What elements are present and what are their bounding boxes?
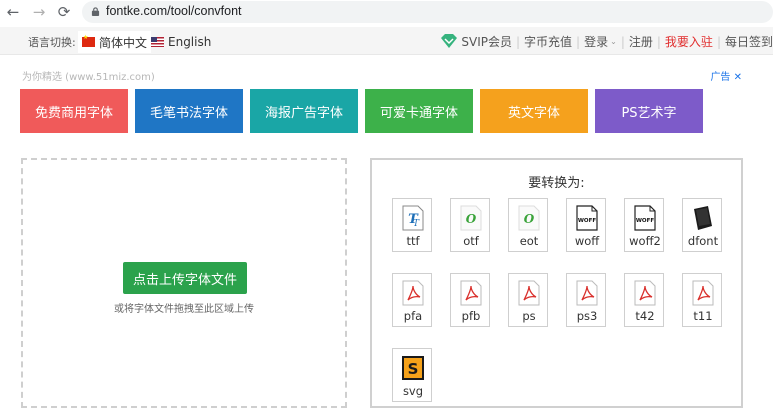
otf-file-icon: O xyxy=(459,205,483,231)
format-option-dfont[interactable]: dfont xyxy=(682,198,722,252)
format-label: woff2 xyxy=(629,234,661,248)
ad-row: 为你精选 (www.51miz.com) 广告 ✕ xyxy=(22,68,742,83)
woff2-file-icon: WOFF xyxy=(633,205,657,231)
format-option-ps[interactable]: ps xyxy=(508,273,548,327)
eot-file-icon: O xyxy=(517,205,541,231)
upload-dropzone[interactable]: 点击上传字体文件 或将字体文件拖拽至此区域上传 xyxy=(21,158,347,408)
category-buttons: 免费商用字体 毛笔书法字体 海报广告字体 可爱卡通字体 英文字体 PS艺术字 xyxy=(20,89,710,133)
svg-text:T: T xyxy=(413,219,420,229)
login-link[interactable]: 登录 xyxy=(580,33,610,50)
daily-checkin-link[interactable]: 每日签到 xyxy=(721,33,773,50)
format-option-eot[interactable]: Oeot xyxy=(508,198,548,252)
category-button[interactable]: 英文字体 xyxy=(480,89,588,133)
chevron-down-icon: ⌄ xyxy=(610,37,617,46)
svg-text:WOFF: WOFF xyxy=(578,218,596,224)
join-link[interactable]: 我要入驻 xyxy=(661,33,717,50)
svg-text:S: S xyxy=(408,360,419,378)
dfont-file-icon xyxy=(691,205,715,231)
format-label: dfont xyxy=(687,234,719,248)
url-text: fontke.com/tool/convfont xyxy=(106,4,242,18)
format-label: t42 xyxy=(635,309,655,323)
svg-text:O: O xyxy=(466,212,477,226)
language-label: 语言切换: xyxy=(28,36,76,49)
ad-source: 为你精选 (www.51miz.com) xyxy=(22,72,155,83)
category-button[interactable]: PS艺术字 xyxy=(595,89,703,133)
site-top-bar: 语言切换: 简体中文 English SVIP会员 | 字币充值 | 登录 ⌄ … xyxy=(0,27,773,55)
category-button[interactable]: 毛笔书法字体 xyxy=(135,89,243,133)
lock-icon xyxy=(91,7,100,16)
format-option-t11[interactable]: t11 xyxy=(682,273,722,327)
upload-hint: 或将字体文件拖拽至此区域上传 xyxy=(114,304,254,315)
category-button[interactable]: 可爱卡通字体 xyxy=(365,89,473,133)
pdf-file-icon xyxy=(691,280,715,306)
format-label: eot xyxy=(519,234,539,248)
format-option-ps3[interactable]: ps3 xyxy=(566,273,606,327)
format-label: ps xyxy=(522,309,536,323)
ad-close-button[interactable]: 广告 ✕ xyxy=(710,68,742,83)
format-label: ttf xyxy=(406,234,420,248)
lang-option-en[interactable]: English xyxy=(151,31,211,53)
svg-text:O: O xyxy=(524,212,535,226)
category-button[interactable]: 海报广告字体 xyxy=(250,89,358,133)
forward-arrow-icon[interactable]: → xyxy=(30,3,48,21)
format-option-t42[interactable]: t42 xyxy=(624,273,664,327)
format-option-woff2[interactable]: WOFF woff2 xyxy=(624,198,664,252)
pdf-file-icon xyxy=(575,280,599,306)
user-links: SVIP会员 | 字币充值 | 登录 ⌄ | 注册 | 我要入驻 | 每日签到 xyxy=(440,33,773,50)
format-option-pfa[interactable]: pfa xyxy=(392,273,432,327)
format-label: svg xyxy=(402,384,424,398)
convert-panel: 要转换为: T Tttf Ootf Oeot WOFF woff WOFF woff2 dfon… xyxy=(370,158,743,408)
format-option-pfb[interactable]: pfb xyxy=(450,273,490,327)
register-link[interactable]: 注册 xyxy=(625,33,657,50)
format-option-otf[interactable]: Ootf xyxy=(450,198,490,252)
lang-option-zh[interactable]: 简体中文 xyxy=(78,31,152,53)
pdf-file-icon xyxy=(633,280,657,306)
us-flag-icon xyxy=(151,37,164,47)
lang-zh-label: 简体中文 xyxy=(99,35,148,50)
reload-icon[interactable]: ⟳ xyxy=(55,3,73,21)
pdf-file-icon xyxy=(401,280,425,306)
pdf-file-icon xyxy=(517,280,541,306)
browser-toolbar: ← → ⟳ fontke.com/tool/convfont xyxy=(0,0,773,25)
lang-en-label: English xyxy=(168,35,212,49)
back-arrow-icon[interactable]: ← xyxy=(4,3,22,21)
category-button[interactable]: 免费商用字体 xyxy=(20,89,128,133)
china-flag-icon xyxy=(82,34,95,47)
format-label: pfb xyxy=(461,309,481,323)
svg-text:WOFF: WOFF xyxy=(636,218,654,224)
format-option-ttf[interactable]: T T ttf xyxy=(392,198,432,252)
format-label: pfa xyxy=(403,309,423,323)
address-bar[interactable]: fontke.com/tool/convfont xyxy=(82,1,773,23)
vip-diamond-icon xyxy=(441,34,458,48)
woff-file-icon: WOFF xyxy=(575,205,599,231)
svg-file-icon: S xyxy=(401,355,425,381)
svip-link[interactable]: SVIP会员 xyxy=(461,33,516,50)
convert-title: 要转换为: xyxy=(528,176,585,191)
upload-button[interactable]: 点击上传字体文件 xyxy=(123,262,247,294)
format-option-svg[interactable]: Ssvg xyxy=(392,348,432,402)
format-label: t11 xyxy=(693,309,713,323)
format-label: ps3 xyxy=(576,309,598,323)
format-label: woff xyxy=(574,234,600,248)
ttf-file-icon: TT xyxy=(401,205,425,231)
recharge-link[interactable]: 字币充值 xyxy=(520,33,576,50)
pdf-file-icon xyxy=(459,280,483,306)
format-label: otf xyxy=(463,234,479,248)
format-option-woff[interactable]: WOFF woff xyxy=(566,198,606,252)
